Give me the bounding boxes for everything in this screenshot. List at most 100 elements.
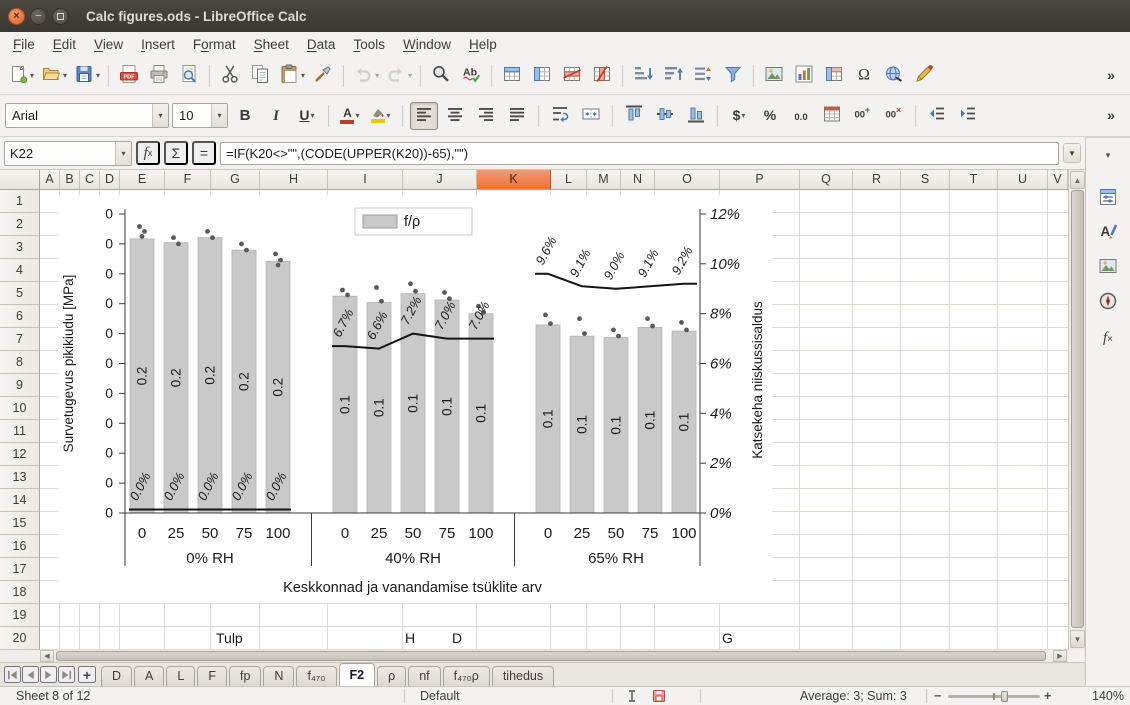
copy[interactable]: [246, 62, 274, 90]
column-header-L[interactable]: L: [551, 170, 587, 190]
save[interactable]: ▾: [71, 62, 102, 90]
italic[interactable]: I: [262, 102, 290, 130]
sidebar-properties-button[interactable]: [1093, 183, 1123, 213]
font-name-combo[interactable]: Arial ▾: [5, 103, 169, 128]
delete-column[interactable]: [588, 62, 616, 90]
row-header-6[interactable]: 6: [0, 305, 39, 328]
align-center[interactable]: [441, 102, 469, 130]
insert-row[interactable]: [498, 62, 526, 90]
toolbar-overflow[interactable]: »: [1097, 102, 1125, 130]
cell-reference-input[interactable]: [5, 146, 115, 161]
row-header-8[interactable]: 8: [0, 351, 39, 374]
name-box-dropdown-icon[interactable]: ▾: [115, 142, 131, 165]
align-justified[interactable]: [503, 102, 531, 130]
column-header-Q[interactable]: Q: [800, 170, 853, 190]
redo-dropdown-icon[interactable]: ▾: [408, 71, 412, 80]
menu-file[interactable]: File: [4, 34, 44, 55]
first-sheet-button[interactable]: [4, 666, 21, 683]
zoom-in-button[interactable]: +: [1044, 687, 1051, 705]
menu-window[interactable]: Window: [394, 34, 460, 55]
row-header-17[interactable]: 17: [0, 558, 39, 581]
print[interactable]: [145, 62, 173, 90]
maximize-button[interactable]: [52, 8, 69, 25]
scroll-right-icon[interactable]: ▶: [1053, 650, 1067, 662]
close-button[interactable]: ×: [8, 8, 25, 25]
row-header-7[interactable]: 7: [0, 328, 39, 351]
insert-image[interactable]: [760, 62, 788, 90]
decrease-indent[interactable]: [923, 102, 951, 130]
column-header-J[interactable]: J: [403, 170, 477, 190]
column-header-R[interactable]: R: [853, 170, 901, 190]
horizontal-scroll-thumb[interactable]: [56, 651, 1046, 661]
font-color-dropdown-icon[interactable]: ▾: [355, 111, 359, 120]
row-header-15[interactable]: 15: [0, 512, 39, 535]
print-preview[interactable]: [175, 62, 203, 90]
align-left[interactable]: [410, 102, 438, 130]
sheet-tab-f₄₇₀ρ[interactable]: f₄₇₀ρ: [443, 666, 490, 686]
sheet-tab-ρ[interactable]: ρ: [377, 666, 406, 686]
last-sheet-button[interactable]: [58, 666, 75, 683]
clone-formatting[interactable]: [309, 62, 337, 90]
align-bottom[interactable]: [682, 102, 710, 130]
sheet-tab-F[interactable]: F: [197, 666, 227, 686]
sheet-tab-fp[interactable]: fp: [229, 666, 261, 686]
menu-view[interactable]: View: [85, 34, 132, 55]
row-header-2[interactable]: 2: [0, 213, 39, 236]
column-header-K[interactable]: K: [477, 170, 551, 190]
insert-mode-icon[interactable]: [626, 689, 640, 705]
format-as-date[interactable]: [818, 102, 846, 130]
sidebar-gallery-button[interactable]: [1093, 252, 1123, 282]
vertical-scroll-thumb[interactable]: [1071, 190, 1084, 628]
function-wizard-button[interactable]: fx: [136, 141, 160, 165]
column-header-I[interactable]: I: [328, 170, 403, 190]
align-top[interactable]: [620, 102, 648, 130]
open-file-dropdown-icon[interactable]: ▾: [63, 71, 67, 80]
undo-dropdown-icon[interactable]: ▾: [375, 71, 379, 80]
expand-formula-bar-button[interactable]: ▾: [1063, 143, 1081, 163]
sheet-tab-tihedus[interactable]: tihedus: [492, 666, 554, 686]
zoom-level[interactable]: 140%: [1080, 687, 1124, 705]
name-box[interactable]: ▾: [4, 141, 132, 166]
row-header-12[interactable]: 12: [0, 443, 39, 466]
export-pdf[interactable]: PDF: [115, 62, 143, 90]
column-header-U[interactable]: U: [998, 170, 1048, 190]
pivot-table[interactable]: [820, 62, 848, 90]
row-header-9[interactable]: 9: [0, 374, 39, 397]
cell-grid[interactable]: TulpHDG 000000000000%2%4%6%8%10%12%0.20.…: [40, 190, 1068, 650]
column-header-H[interactable]: H: [260, 170, 328, 190]
paste-dropdown-icon[interactable]: ▾: [301, 71, 305, 80]
font-name-dropdown-icon[interactable]: ▾: [152, 104, 168, 127]
row-header-3[interactable]: 3: [0, 236, 39, 259]
scroll-left-icon[interactable]: ◀: [40, 650, 54, 662]
sort-ascending[interactable]: [629, 62, 657, 90]
sheet-tab-f₄₇₀[interactable]: f₄₇₀: [296, 666, 336, 686]
new-document-dropdown-icon[interactable]: ▾: [30, 71, 34, 80]
embedded-chart[interactable]: 000000000000%2%4%6%8%10%12%0.20.20.20.20…: [58, 195, 772, 603]
zoom-slider-thumb[interactable]: [1001, 691, 1008, 702]
align-right[interactable]: [472, 102, 500, 130]
zoom-out-button[interactable]: −: [934, 687, 941, 705]
menu-data[interactable]: Data: [298, 34, 345, 55]
paste[interactable]: ▾: [276, 62, 307, 90]
column-header-F[interactable]: F: [165, 170, 211, 190]
autofilter[interactable]: [719, 62, 747, 90]
title-bar[interactable]: × − Calc figures.ods - LibreOffice Calc: [0, 0, 1130, 32]
sidebar-functions-button[interactable]: f×: [1093, 323, 1123, 353]
select-all-corner[interactable]: [0, 170, 40, 190]
undo[interactable]: ▾: [350, 62, 381, 90]
spelling[interactable]: Ab: [457, 62, 485, 90]
column-header-V[interactable]: V: [1048, 170, 1068, 190]
next-sheet-button[interactable]: [40, 666, 57, 683]
background-color-dropdown-icon[interactable]: ▾: [386, 111, 390, 120]
find-and-replace[interactable]: [427, 62, 455, 90]
format-as-currency-dropdown-icon[interactable]: ▾: [741, 111, 745, 120]
column-header-M[interactable]: M: [587, 170, 621, 190]
merge-cells[interactable]: [577, 102, 605, 130]
background-color[interactable]: ▾: [367, 102, 395, 130]
row-header-19[interactable]: 19: [0, 604, 39, 627]
formula-input[interactable]: [220, 142, 1059, 165]
sidebar-navigator-button[interactable]: [1093, 287, 1123, 317]
document-modified-icon[interactable]: [652, 689, 666, 705]
menu-sheet[interactable]: Sheet: [245, 34, 298, 55]
menu-tools[interactable]: Tools: [344, 34, 394, 55]
